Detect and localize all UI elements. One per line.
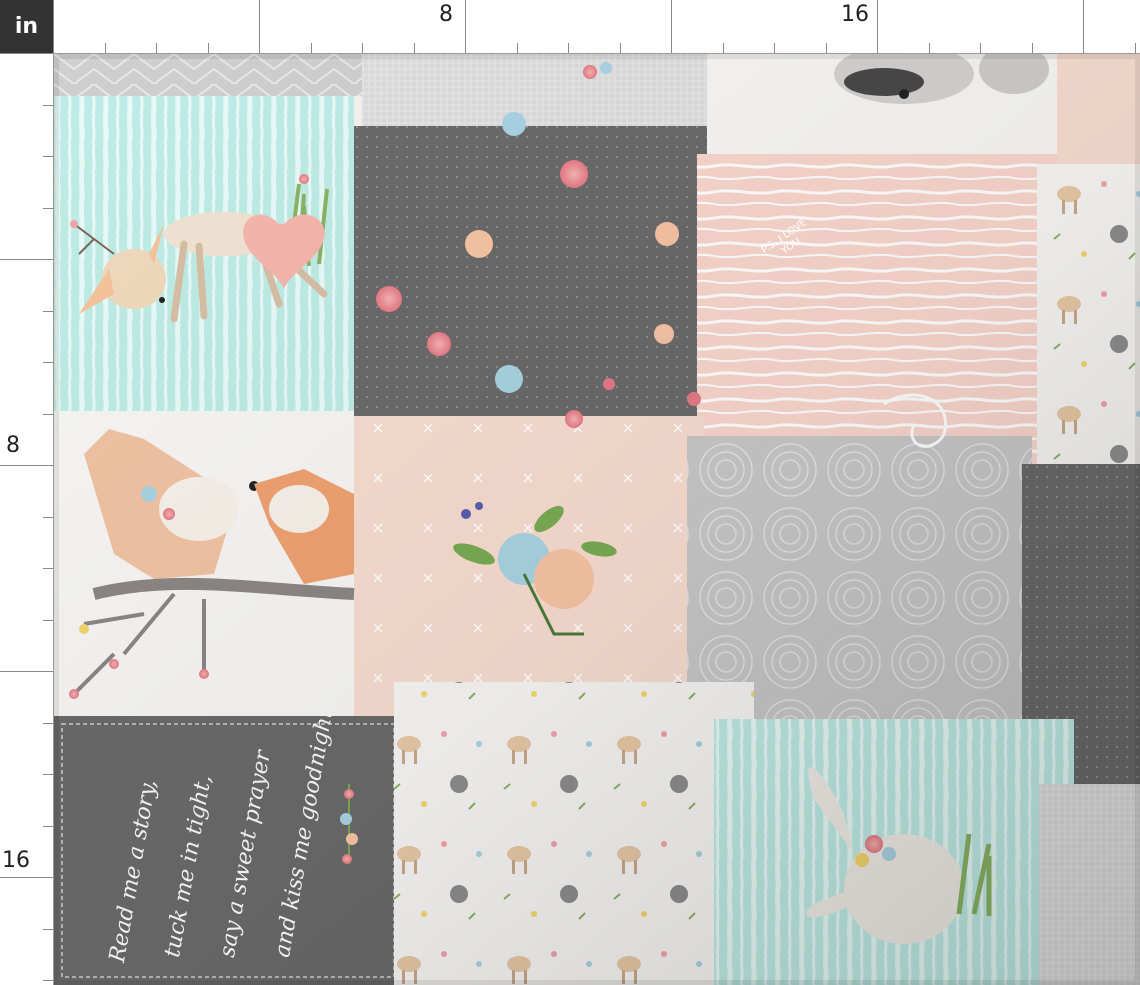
top-ruler-tick bbox=[980, 43, 981, 53]
top-ruler-tick bbox=[465, 0, 466, 53]
top-ruler-label-8: 8 bbox=[439, 2, 453, 27]
left-ruler-tick bbox=[43, 825, 53, 827]
left-ruler-tick bbox=[43, 310, 53, 312]
top-ruler-tick bbox=[1134, 43, 1136, 53]
top-ruler-tick bbox=[1031, 43, 1033, 53]
top-ruler-tick bbox=[1083, 0, 1084, 53]
top-ruler-tick bbox=[619, 43, 621, 53]
left-ruler-tick bbox=[43, 619, 53, 621]
left-ruler-tick bbox=[0, 671, 53, 672]
top-ruler-tick bbox=[413, 43, 415, 53]
left-ruler-tick bbox=[43, 156, 53, 157]
left-ruler-tick bbox=[43, 362, 53, 363]
top-ruler: 8 16 bbox=[53, 0, 1140, 54]
top-ruler-tick bbox=[104, 43, 106, 53]
left-ruler-tick bbox=[43, 568, 53, 569]
left-ruler-label-8: 8 bbox=[6, 433, 20, 458]
top-ruler-tick bbox=[362, 43, 363, 53]
left-ruler-tick bbox=[0, 259, 53, 260]
left-ruler-tick bbox=[0, 877, 53, 878]
top-ruler-tick bbox=[928, 43, 930, 53]
top-ruler-tick bbox=[310, 43, 312, 53]
top-ruler-tick bbox=[774, 43, 775, 53]
left-ruler: 8 16 bbox=[0, 53, 54, 985]
quote-line-3: say a sweet prayer bbox=[215, 748, 277, 960]
left-ruler-tick bbox=[0, 53, 53, 54]
top-ruler-tick bbox=[259, 0, 260, 53]
top-ruler-tick bbox=[568, 43, 569, 53]
top-ruler-tick bbox=[722, 43, 724, 53]
left-ruler-tick bbox=[43, 980, 53, 981]
ruler-unit-label: in bbox=[0, 0, 53, 53]
left-ruler-tick bbox=[0, 465, 53, 466]
quote-line-1: Read me a story, bbox=[105, 777, 162, 965]
top-ruler-tick bbox=[877, 0, 878, 53]
left-ruler-tick bbox=[43, 928, 53, 930]
top-ruler-tick bbox=[53, 0, 54, 53]
left-ruler-tick bbox=[43, 413, 53, 415]
left-ruler-tick bbox=[43, 516, 53, 518]
left-ruler-label-16: 16 bbox=[2, 848, 30, 873]
top-ruler-tick bbox=[516, 43, 518, 53]
top-ruler-label-16: 16 bbox=[841, 2, 869, 27]
top-ruler-tick bbox=[671, 0, 672, 53]
left-ruler-tick bbox=[43, 722, 53, 724]
left-ruler-tick bbox=[43, 104, 53, 106]
quote-line-4: and kiss me goodnight. bbox=[270, 699, 340, 960]
quote-line-2: tuck me in tight, bbox=[160, 773, 217, 960]
top-ruler-tick bbox=[825, 43, 827, 53]
top-ruler-tick bbox=[207, 43, 209, 53]
top-ruler-tick bbox=[156, 43, 157, 53]
left-ruler-tick bbox=[43, 774, 53, 775]
quote-block: Read me a story, tuck me in tight, say a… bbox=[70, 700, 390, 970]
left-ruler-tick bbox=[43, 207, 53, 209]
